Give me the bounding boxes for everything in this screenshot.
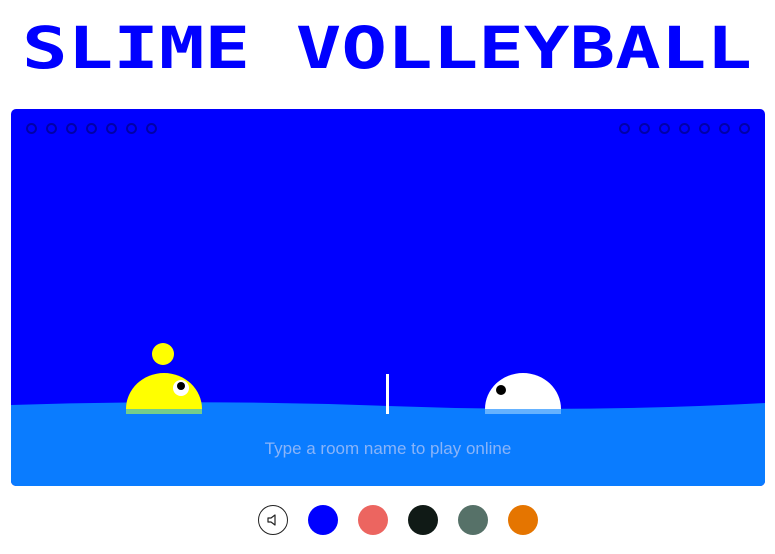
theme-color-blue-button[interactable] (308, 505, 338, 535)
game-title: SLIME VOLLEYBALL (22, 14, 752, 80)
right-slime-eye (496, 385, 506, 395)
left-slime (126, 373, 202, 414)
game-court[interactable] (11, 109, 765, 486)
right-slime (485, 373, 561, 414)
theme-color-slate-button[interactable] (458, 505, 488, 535)
ball (152, 343, 174, 365)
room-name-input[interactable] (178, 434, 598, 464)
game-title-svg: SLIME VOLLEYBALL (22, 14, 752, 80)
sound-toggle-button[interactable] (258, 505, 288, 535)
speaker-icon (267, 514, 276, 526)
theme-color-black-button[interactable] (408, 505, 438, 535)
theme-color-orange-button[interactable] (508, 505, 538, 535)
net (386, 374, 389, 414)
court-scene (11, 343, 765, 486)
controls-bar (258, 505, 538, 535)
theme-color-coral-button[interactable] (358, 505, 388, 535)
